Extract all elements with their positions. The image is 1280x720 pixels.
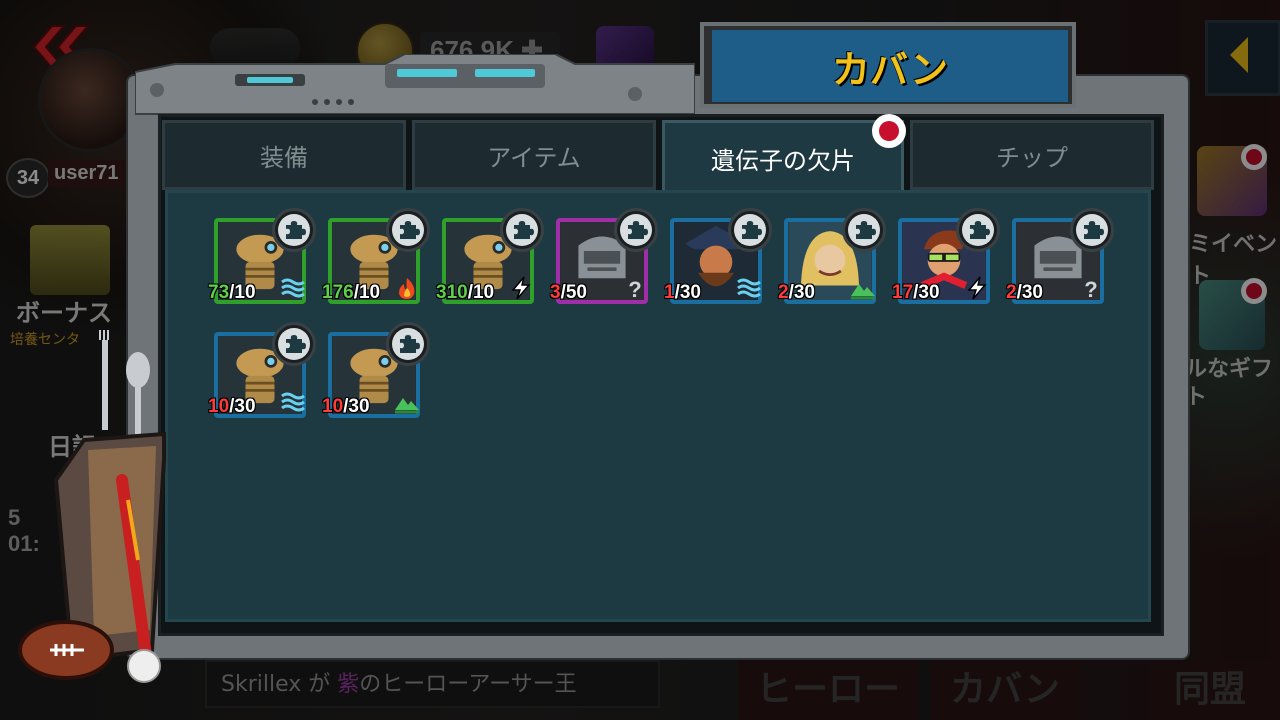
fragment-count: 10/30	[208, 396, 256, 418]
svg-text:?: ?	[1084, 277, 1097, 300]
fragment-card[interactable]: 1/30	[664, 208, 772, 304]
puzzle-piece-icon	[386, 208, 430, 252]
svg-text:?: ?	[628, 277, 641, 300]
fragment-count: 1/30	[664, 282, 701, 304]
fragment-count: 73/10	[208, 282, 256, 304]
fragment-count: 310/10	[436, 282, 494, 304]
water-icon	[736, 276, 762, 300]
earth-icon	[850, 276, 876, 300]
fragment-owned: 310	[436, 282, 468, 303]
fragment-count: 3/50	[550, 282, 587, 304]
fragment-count: 2/30	[1006, 282, 1043, 304]
fragment-owned: 2	[1006, 282, 1017, 303]
fragment-card[interactable]: 10/30	[208, 322, 316, 418]
fragment-required: /30	[343, 396, 370, 417]
fragment-owned: 1	[664, 282, 675, 303]
fragment-required: /10	[353, 282, 381, 303]
fragment-required: /30	[1016, 282, 1043, 303]
fragment-count: 17/30	[892, 282, 940, 304]
puzzle-piece-icon	[272, 208, 316, 252]
question-icon: ?	[1078, 276, 1104, 302]
fragment-owned: 176	[322, 282, 354, 303]
puzzle-piece-icon	[272, 322, 316, 366]
fragment-count: 176/10	[322, 282, 380, 304]
fragment-count: 2/30	[778, 282, 815, 304]
earth-icon	[394, 390, 420, 414]
lightning-icon	[508, 276, 534, 300]
fragment-card[interactable]: 10/30	[322, 322, 430, 418]
fragment-required: /10	[229, 282, 256, 303]
puzzle-piece-icon	[386, 322, 430, 366]
fragment-owned: 10	[322, 396, 344, 417]
puzzle-piece-icon	[728, 208, 772, 252]
fragment-owned: 10	[208, 396, 230, 417]
fragment-card[interactable]: ? 3/50	[550, 208, 658, 304]
fragment-owned: 73	[208, 282, 230, 303]
water-icon	[280, 390, 306, 414]
fragment-required: /30	[229, 396, 256, 417]
puzzle-piece-icon	[614, 208, 658, 252]
golf-bag-decoration	[18, 330, 166, 683]
puzzle-piece-icon	[956, 208, 1000, 252]
puzzle-piece-icon	[1070, 208, 1114, 252]
fragment-card[interactable]: 310/10	[436, 208, 544, 304]
question-icon: ?	[622, 276, 648, 302]
fragment-required: /50	[560, 282, 587, 303]
fragment-card[interactable]: ? 2/30	[1006, 208, 1114, 304]
fragment-owned: 3	[550, 282, 561, 303]
fragment-card[interactable]: 176/10	[322, 208, 430, 304]
fragment-count: 10/30	[322, 396, 370, 418]
fragment-owned: 17	[892, 282, 914, 303]
fragment-card[interactable]: 2/30	[778, 208, 886, 304]
fragment-required: /30	[674, 282, 701, 303]
puzzle-piece-icon	[500, 208, 544, 252]
fragment-required: /10	[467, 282, 495, 303]
fragment-owned: 2	[778, 282, 789, 303]
fragment-card[interactable]: 73/10	[208, 208, 316, 304]
water-icon	[280, 276, 306, 300]
puzzle-piece-icon	[842, 208, 886, 252]
fragment-required: /30	[913, 282, 940, 303]
fragment-card[interactable]: 17/30	[892, 208, 1000, 304]
fire-icon	[394, 276, 420, 300]
fragment-required: /30	[788, 282, 815, 303]
lightning-icon	[964, 276, 990, 300]
